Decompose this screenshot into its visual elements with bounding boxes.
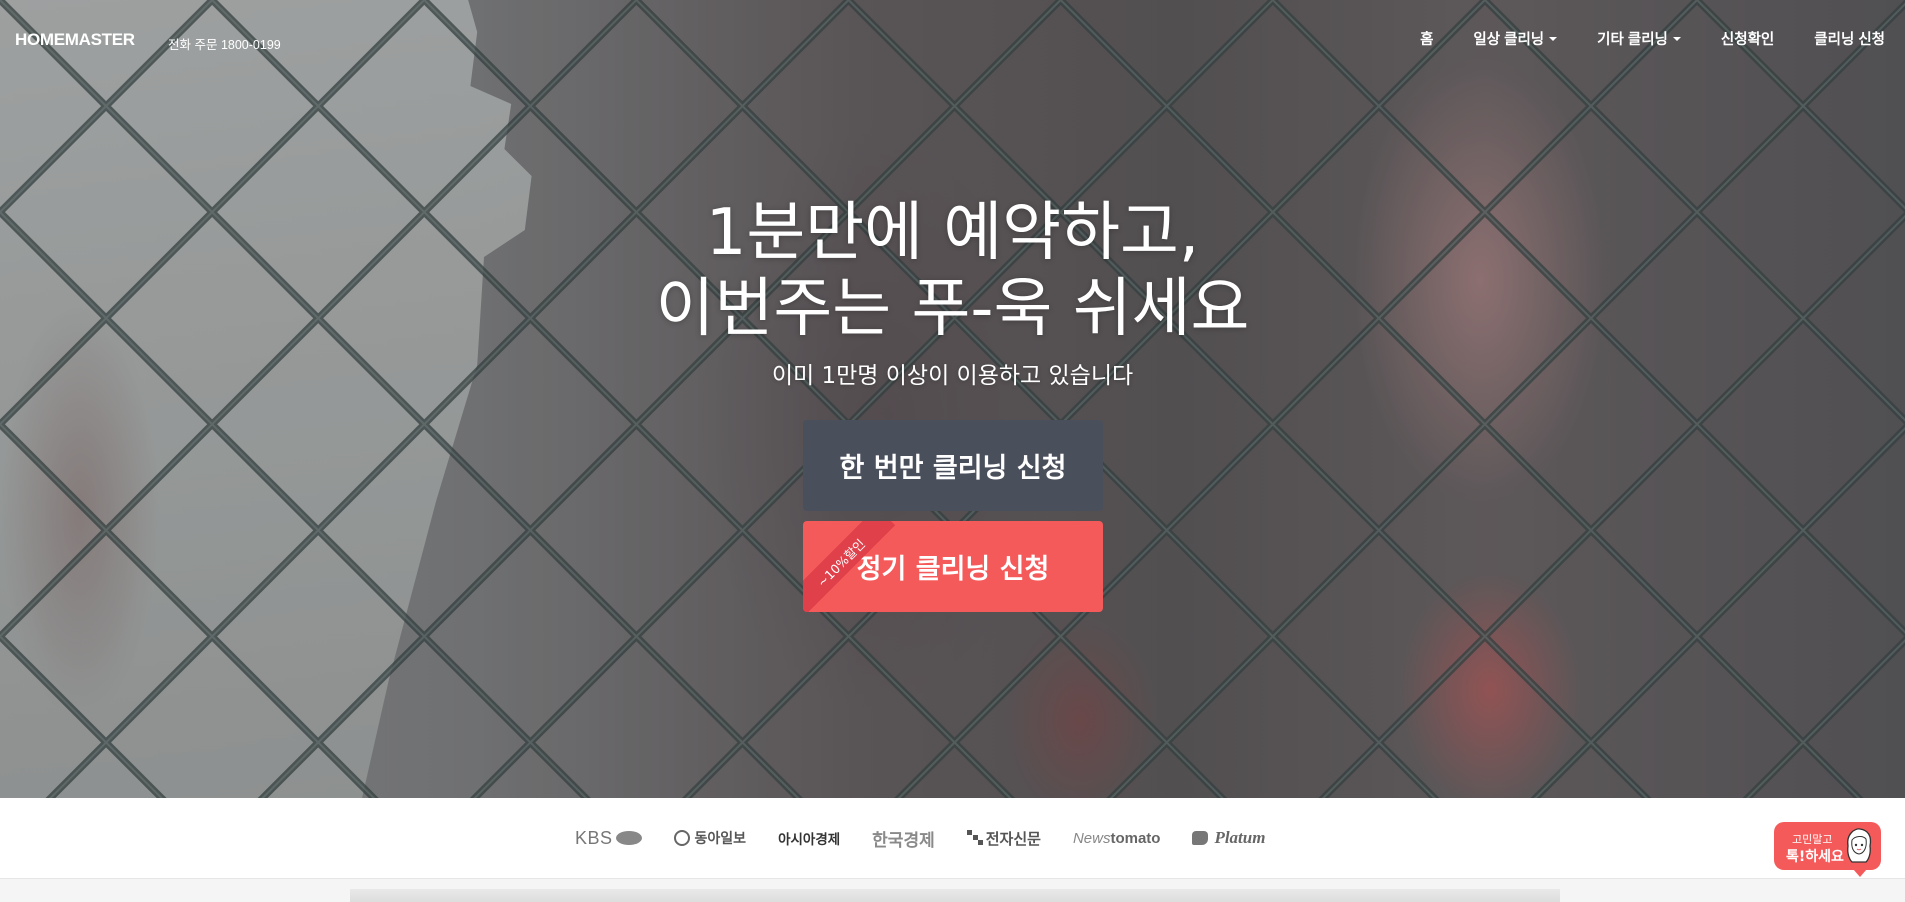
press-logo-hankyung: 한국경제 — [872, 826, 935, 851]
etnews-emblem-icon — [966, 830, 983, 846]
one-time-cleaning-button[interactable]: 한 번만 클리닝 신청 — [803, 420, 1103, 511]
press-logo-newstomato: News tomato — [1073, 830, 1161, 847]
chat-tail — [1853, 869, 1867, 877]
nav-item-label: 클리닝 신청 — [1814, 32, 1885, 48]
next-section-shade — [350, 889, 1560, 902]
press-logo-hankyung-text: 한국경제 — [872, 830, 935, 851]
press-logo-etnews-text: 전자신문 — [985, 829, 1041, 848]
nav-item-label: 일상 클리닝 — [1473, 32, 1545, 48]
press-logo-tomato-a: News — [1072, 829, 1111, 847]
press-logo-tomato-b: tomato — [1110, 829, 1161, 847]
hero-section — [0, 0, 1905, 798]
press-logo-kbs-text: KBS — [575, 827, 613, 848]
nav-item-home[interactable]: 홈 — [1420, 28, 1433, 49]
top-navbar: HOMEMASTER 전화 주문 1800-0199 홈 일상 클리닝 기타 클… — [0, 0, 1905, 78]
chat-widget-button[interactable]: 고민말고 톡!하세요 — [1774, 822, 1881, 877]
press-logo-bar: KBS 동아일보 아시아경제 한국경제 전자신문 News tomato Plat… — [0, 798, 1905, 878]
regular-cleaning-button[interactable]: ~10%할인 정기 클리닝 신청 — [803, 521, 1103, 612]
chevron-down-icon — [1672, 36, 1681, 41]
press-logo-asia-text: 아시아경제 — [778, 832, 841, 848]
kbs-emblem-icon — [615, 831, 642, 845]
hero-subline: 이미 1만명 이상이 이용하고 있습니다 — [771, 363, 1134, 389]
button-label: 정기 클리닝 신청 — [856, 554, 1050, 585]
platum-emblem-icon — [1192, 831, 1209, 845]
press-logo-asia: 아시아경제 — [778, 828, 840, 848]
main-menu: 홈 일상 클리닝 기타 클리닝 신청확인 클리닝 신청 — [1380, 28, 1885, 49]
chat-line2: 톡!하세요 — [1786, 849, 1844, 865]
nav-item-daily-cleaning[interactable]: 일상 클리닝 — [1473, 28, 1558, 49]
press-logo-donga-text: 동아일보 — [694, 831, 747, 847]
brand-logo[interactable]: HOMEMASTER — [15, 30, 135, 50]
press-logo-etnews: 전자신문 — [966, 828, 1041, 849]
press-logo-platum-text: Platum — [1214, 828, 1266, 847]
press-logos: KBS 동아일보 아시아경제 한국경제 전자신문 News tomato Plat… — [575, 826, 1297, 851]
button-label: 한 번만 클리닝 신청 — [839, 453, 1067, 484]
nav-item-label: 홈 — [1420, 32, 1434, 48]
press-logo-donga: 동아일보 — [673, 828, 747, 848]
nav-item-label: 기타 클리닝 — [1597, 32, 1668, 48]
chevron-down-icon — [1549, 36, 1558, 41]
next-section-edge — [0, 878, 1905, 902]
chat-avatar-icon — [1847, 828, 1872, 863]
press-logo-kbs: KBS — [575, 828, 642, 849]
phone-order-number: 전화 주문 1800-0199 — [168, 38, 281, 52]
hero-headline-line2: 이번주는 푸-욱 쉬세요 — [655, 272, 1250, 346]
hero-headline: 1분만에 예약하고, 이번주는 푸-욱 쉬세요 — [0, 195, 1905, 347]
hero-background-dim — [0, 0, 1905, 798]
donga-emblem-icon — [673, 830, 690, 846]
hero-headline-line1: 1분만에 예약하고, — [705, 196, 1200, 270]
press-logo-platum: Platum — [1192, 828, 1265, 848]
nav-item-label: 신청확인 — [1720, 32, 1775, 48]
nav-item-other-cleaning[interactable]: 기타 클리닝 — [1597, 28, 1681, 49]
nav-item-check-application[interactable]: 신청확인 — [1721, 28, 1774, 49]
chat-line1: 고민말고 — [1792, 833, 1833, 846]
nav-item-cleaning-apply[interactable]: 클리닝 신청 — [1814, 28, 1885, 49]
